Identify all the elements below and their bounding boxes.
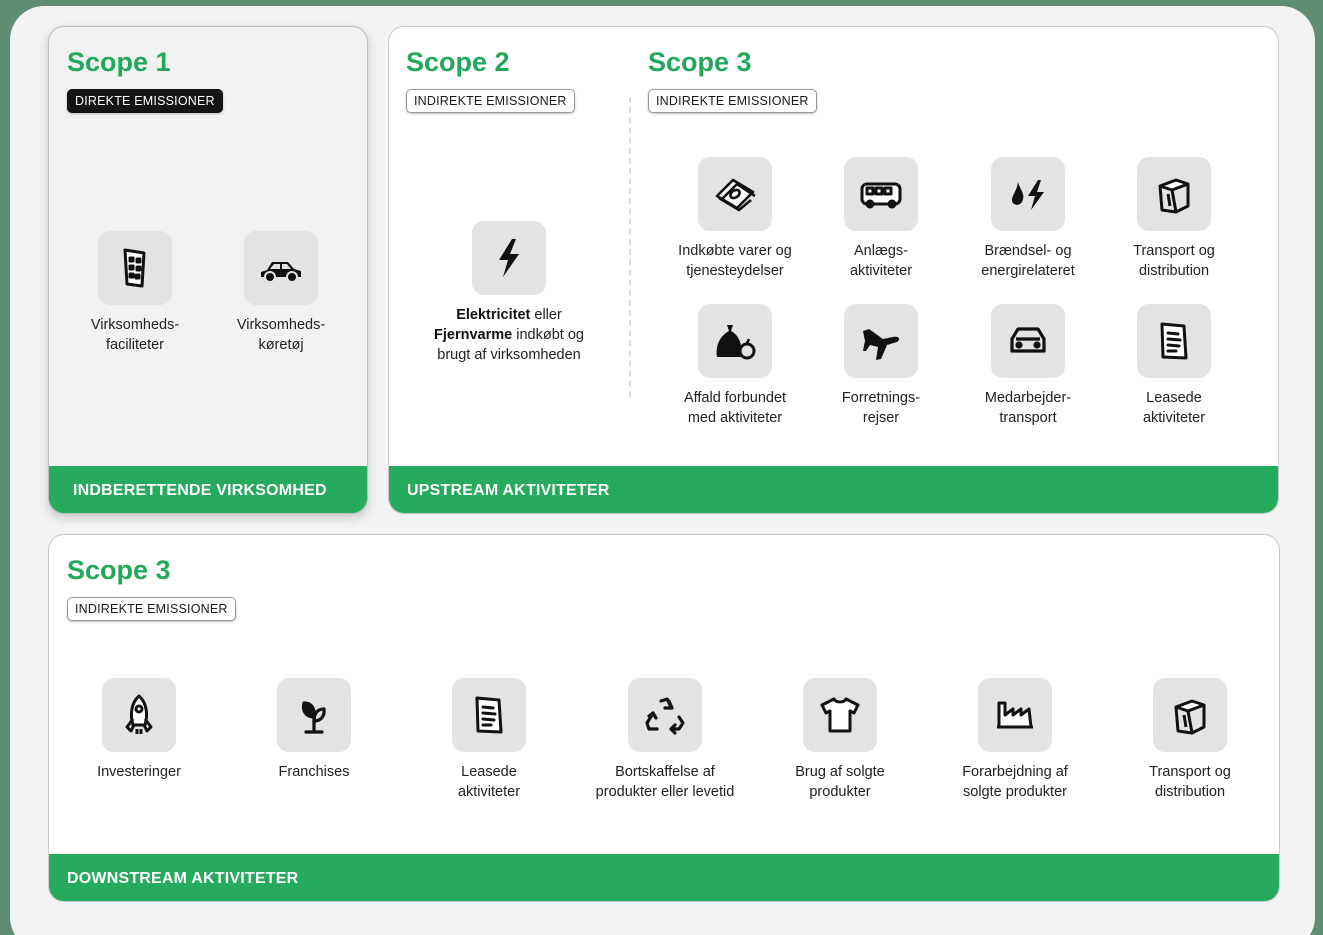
scope2-item-electricity: Elektricitet eller Fjernvarme indkøbt og… (429, 221, 589, 365)
upstream-item-capital-goods: Anlægs- aktiviteter (801, 157, 961, 281)
downstream-item-end-of-life: Bortskaffelse af produkter eller levetid (575, 678, 755, 802)
scope1-item-label: Virksomheds- faciliteter (90, 317, 180, 353)
box-icon (1137, 157, 1211, 231)
used-text: brugt af virksomheden (437, 347, 581, 363)
airplane-icon (844, 304, 918, 378)
fuel-energy-icon (991, 157, 1065, 231)
upstream-item-label: Brændsel- og energirelateret (981, 243, 1075, 279)
downstream-item-label: Transport og distribution (1149, 764, 1231, 800)
scope3-upstream-title: Scope 3 (648, 47, 752, 77)
downstream-item-label: Bortskaffelse af produkter eller levetid (595, 764, 735, 800)
downstream-item-transport: Transport og distribution (1110, 678, 1270, 802)
upstream-item-leased-assets: Leasede aktiviteter (1094, 304, 1254, 428)
car-icon (244, 231, 318, 305)
scope1-item-label: Virksomheds- køretøj (236, 317, 326, 353)
upstream-item-label: Affald forbundet med aktiviteter (683, 390, 787, 426)
purchased-text: indkøbt og (512, 327, 584, 343)
lightning-icon (472, 221, 546, 295)
scope2-badge: INDIREKTE EMISSIONER (406, 89, 575, 113)
scope1-card: Scope 1 DIREKTE EMISSIONER Virksomheds- … (48, 26, 368, 514)
tshirt-icon (803, 678, 877, 752)
downstream-item-franchises: Franchises (234, 678, 394, 782)
recycle-icon (628, 678, 702, 752)
scope1-badge: DIREKTE EMISSIONER (67, 89, 223, 113)
downstream-item-processing: Forarbejdning af solgte produkter (935, 678, 1095, 802)
scope1-item-vehicles: Virksomheds- køretøj (201, 231, 361, 355)
document-icon (1137, 304, 1211, 378)
rocket-icon (102, 678, 176, 752)
upstream-item-label: Medarbejder- transport (984, 390, 1072, 426)
district-heating-text: Fjernvarme (434, 327, 513, 343)
upstream-footer: UPSTREAM AKTIVITETER (389, 466, 1278, 513)
downstream-item-label: Investeringer (97, 764, 181, 780)
upstream-card: Scope 2 INDIREKTE EMISSIONER Elektricite… (388, 26, 1279, 514)
scope3-downstream-badge: INDIREKTE EMISSIONER (67, 597, 236, 621)
money-icon (698, 157, 772, 231)
scope3-upstream-badge: INDIREKTE EMISSIONER (648, 89, 817, 113)
scope2-item-label: Elektricitet eller Fjernvarme indkøbt og… (429, 305, 589, 365)
scope-divider (629, 97, 631, 397)
upstream-item-label: Anlægs- aktiviteter (849, 243, 913, 279)
downstream-item-label: Franchises (278, 764, 350, 780)
or-text: eller (530, 307, 562, 323)
upstream-item-label: Indkøbte varer og tjenesteydelser (678, 243, 792, 279)
plant-icon (277, 678, 351, 752)
garbage-bag-icon (698, 304, 772, 378)
downstream-item-label: Leasede aktiviteter (457, 764, 521, 800)
upstream-item-label: Transport og distribution (1133, 243, 1215, 279)
scope1-footer: INDBERETTENDE VIRKSOMHED (49, 466, 367, 513)
scope3-downstream-title: Scope 3 (67, 555, 171, 585)
upstream-item-label: Forretnings- rejser (841, 390, 921, 426)
box-icon (1153, 678, 1227, 752)
downstream-footer: DOWNSTREAM AKTIVITETER (49, 854, 1279, 901)
upstream-item-commuting: Medarbejder- transport (948, 304, 1108, 428)
downstream-item-label: Forarbejdning af solgte produkter (962, 764, 1068, 800)
upstream-item-label: Leasede aktiviteter (1142, 390, 1206, 426)
upstream-item-transport: Transport og distribution (1094, 157, 1254, 281)
electricity-text: Elektricitet (456, 307, 531, 323)
building-icon (98, 231, 172, 305)
bus-icon (844, 157, 918, 231)
upstream-item-purchased-goods: Indkøbte varer og tjenesteydelser (655, 157, 815, 281)
scope1-item-facilities: Virksomheds- faciliteter (55, 231, 215, 355)
upstream-item-waste: Affald forbundet med aktiviteter (655, 304, 815, 428)
scope2-title: Scope 2 (406, 47, 510, 77)
scope1-title: Scope 1 (67, 47, 171, 77)
upstream-item-business-travel: Forretnings- rejser (801, 304, 961, 428)
downstream-item-investments: Investeringer (59, 678, 219, 782)
downstream-item-label: Brug af solgte produkter (795, 764, 885, 800)
factory-icon (978, 678, 1052, 752)
car-front-icon (991, 304, 1065, 378)
upstream-item-fuel-energy: Brændsel- og energirelateret (948, 157, 1108, 281)
downstream-item-leased-assets: Leasede aktiviteter (409, 678, 569, 802)
downstream-item-use-of-sold-products: Brug af solgte produkter (760, 678, 920, 802)
document-icon (452, 678, 526, 752)
downstream-card: Scope 3 INDIREKTE EMISSIONER Investering… (48, 534, 1280, 902)
